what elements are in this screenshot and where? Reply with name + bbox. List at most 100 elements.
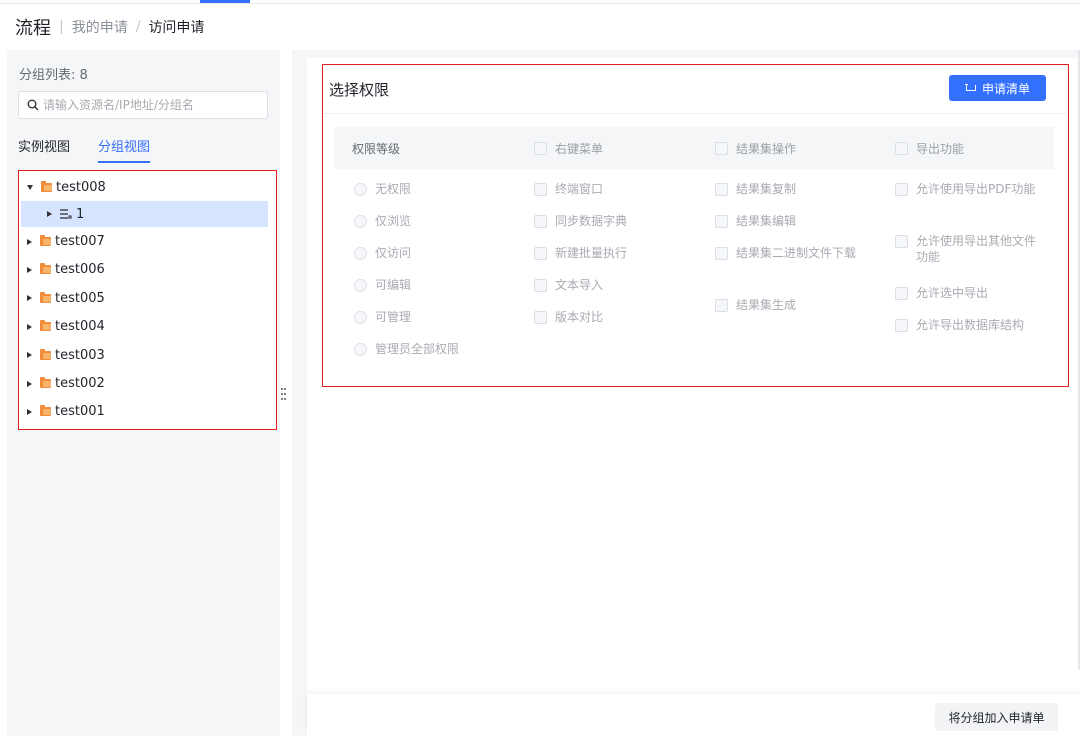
caret-right-icon[interactable] [27, 295, 32, 302]
tree-node-label: test006 [55, 262, 105, 278]
right-menu-option[interactable]: 终端窗口 [534, 181, 627, 213]
tree-node-test007[interactable]: test007 [19, 227, 276, 255]
result-set-options: 结果集复制 结果集编辑 结果集二进制文件下载 结果集生成 [715, 181, 856, 329]
result-set-option[interactable]: 结果集二进制文件下载 [715, 245, 856, 297]
header-export-checkbox[interactable] [895, 141, 908, 155]
tree-node-test002[interactable]: test002 [19, 369, 276, 397]
tree-node-label: test002 [55, 376, 105, 392]
export-option[interactable]: 允许导出数据库结构 [895, 317, 1046, 369]
header-export[interactable]: 导出功能 [895, 127, 964, 169]
level-option[interactable]: 管理员全部权限 [354, 341, 459, 373]
caret-down-icon[interactable] [27, 184, 33, 190]
radio-button[interactable] [354, 311, 367, 324]
breadcrumb-root[interactable]: 流程 [15, 14, 51, 40]
permission-header-row: 权限等级 右键菜单 结果集操作 导出功能 [334, 127, 1054, 169]
caret-right-icon[interactable] [27, 352, 32, 359]
checkbox[interactable] [895, 319, 908, 332]
tab-group-view[interactable]: 分组视图 [98, 136, 151, 163]
header-right-menu-checkbox[interactable] [534, 141, 547, 155]
radio-button[interactable] [354, 215, 367, 228]
option-label: 允许使用导出其他文件功能 [916, 234, 1037, 264]
caret-right-icon[interactable] [27, 238, 32, 245]
radio-button[interactable] [354, 279, 367, 292]
checkbox[interactable] [895, 183, 908, 196]
checkbox[interactable] [534, 279, 547, 292]
level-option[interactable]: 仅浏览 [354, 213, 459, 245]
checkbox[interactable] [534, 215, 547, 228]
checkbox[interactable] [715, 247, 728, 260]
caret-right-icon[interactable] [27, 323, 32, 330]
folder-icon [41, 180, 52, 192]
folder-icon [40, 348, 51, 360]
tree-node-test008[interactable]: test008 [19, 173, 276, 201]
level-option[interactable]: 无权限 [354, 181, 459, 213]
option-label: 终端窗口 [555, 182, 604, 196]
checkbox[interactable] [715, 183, 728, 196]
tree-node-child-1[interactable]: 1 [21, 201, 268, 228]
header-result-ops-label: 结果集操作 [736, 141, 797, 156]
level-option[interactable]: 可管理 [354, 309, 459, 341]
search-icon [27, 99, 39, 111]
add-group-to-application-button[interactable]: 将分组加入申请单 [935, 703, 1058, 731]
right-menu-option[interactable]: 文本导入 [534, 277, 627, 309]
checkbox[interactable] [895, 235, 908, 248]
option-label: 管理员全部权限 [375, 342, 460, 356]
caret-right-icon[interactable] [27, 408, 32, 415]
divider [323, 113, 1067, 114]
radio-button[interactable] [354, 247, 367, 260]
header-right-menu[interactable]: 右键菜单 [534, 127, 603, 169]
option-label: 可管理 [375, 310, 412, 324]
result-set-option[interactable]: 结果集编辑 [715, 213, 856, 245]
checkbox[interactable] [715, 299, 728, 312]
tree-node-test005[interactable]: test005 [19, 284, 276, 312]
header-result-ops[interactable]: 结果集操作 [715, 127, 796, 169]
caret-right-icon[interactable] [27, 380, 32, 387]
header-result-ops-checkbox[interactable] [715, 141, 728, 155]
export-option[interactable]: 允许使用导出PDF功能 [895, 181, 1046, 233]
header-level-label: 权限等级 [352, 141, 401, 156]
level-option[interactable]: 仅访问 [354, 245, 459, 277]
result-set-option[interactable]: 结果集复制 [715, 181, 856, 213]
tree-node-test004[interactable]: test004 [19, 313, 276, 341]
radio-button[interactable] [354, 343, 367, 356]
breadcrumb-my-applications[interactable]: 我的申请 [72, 17, 128, 37]
resize-handle[interactable] [281, 386, 287, 402]
tree-node-test001[interactable]: test001 [19, 398, 276, 426]
checkbox[interactable] [534, 183, 547, 196]
group-tree: test008 1 test007 test006 test005 test00… [18, 170, 277, 430]
checkbox[interactable] [534, 247, 547, 260]
option-label: 新建批量执行 [555, 246, 628, 260]
option-label: 结果集二进制文件下载 [736, 246, 857, 260]
breadcrumb-current: 访问申请 [148, 20, 205, 36]
option-label: 文本导入 [555, 278, 604, 292]
folder-icon [40, 320, 51, 332]
result-set-option[interactable]: 结果集生成 [715, 297, 856, 329]
option-label: 仅浏览 [375, 214, 412, 228]
right-menu-option[interactable]: 同步数据字典 [534, 213, 627, 245]
search-input[interactable] [43, 98, 267, 112]
tree-node-test006[interactable]: test006 [19, 256, 276, 284]
option-label: 允许导出数据库结构 [916, 318, 1025, 332]
radio-button[interactable] [354, 183, 367, 196]
tab-instance-view[interactable]: 实例视图 [18, 136, 70, 163]
right-menu-option[interactable]: 版本对比 [534, 309, 627, 341]
caret-right-icon[interactable] [47, 211, 52, 218]
export-option[interactable]: 允许选中导出 [895, 285, 1046, 317]
checkbox[interactable] [895, 287, 908, 300]
caret-right-icon[interactable] [27, 266, 32, 273]
tree-node-label: test007 [55, 234, 105, 250]
apply-list-button[interactable]: 申请清单 [949, 75, 1046, 101]
breadcrumb-pipe: | [59, 19, 64, 35]
export-option[interactable]: 允许使用导出其他文件功能 [895, 233, 1046, 285]
tree-node-test003[interactable]: test003 [19, 341, 276, 369]
level-option[interactable]: 可编辑 [354, 277, 459, 309]
search-box[interactable] [18, 91, 268, 119]
permission-panel: 选择权限 申请清单 权限等级 右键菜单 结果集操作 导出功能 无权限 仅浏览 仅… [322, 64, 1069, 387]
export-options: 允许使用导出PDF功能 允许使用导出其他文件功能 允许选中导出 允许导出数据库结… [895, 181, 1046, 369]
right-menu-option[interactable]: 新建批量执行 [534, 245, 627, 277]
apply-list-label: 申请清单 [981, 81, 1030, 96]
checkbox[interactable] [534, 311, 547, 324]
option-label: 结果集生成 [736, 298, 797, 312]
active-nav-indicator [200, 0, 250, 3]
checkbox[interactable] [715, 215, 728, 228]
